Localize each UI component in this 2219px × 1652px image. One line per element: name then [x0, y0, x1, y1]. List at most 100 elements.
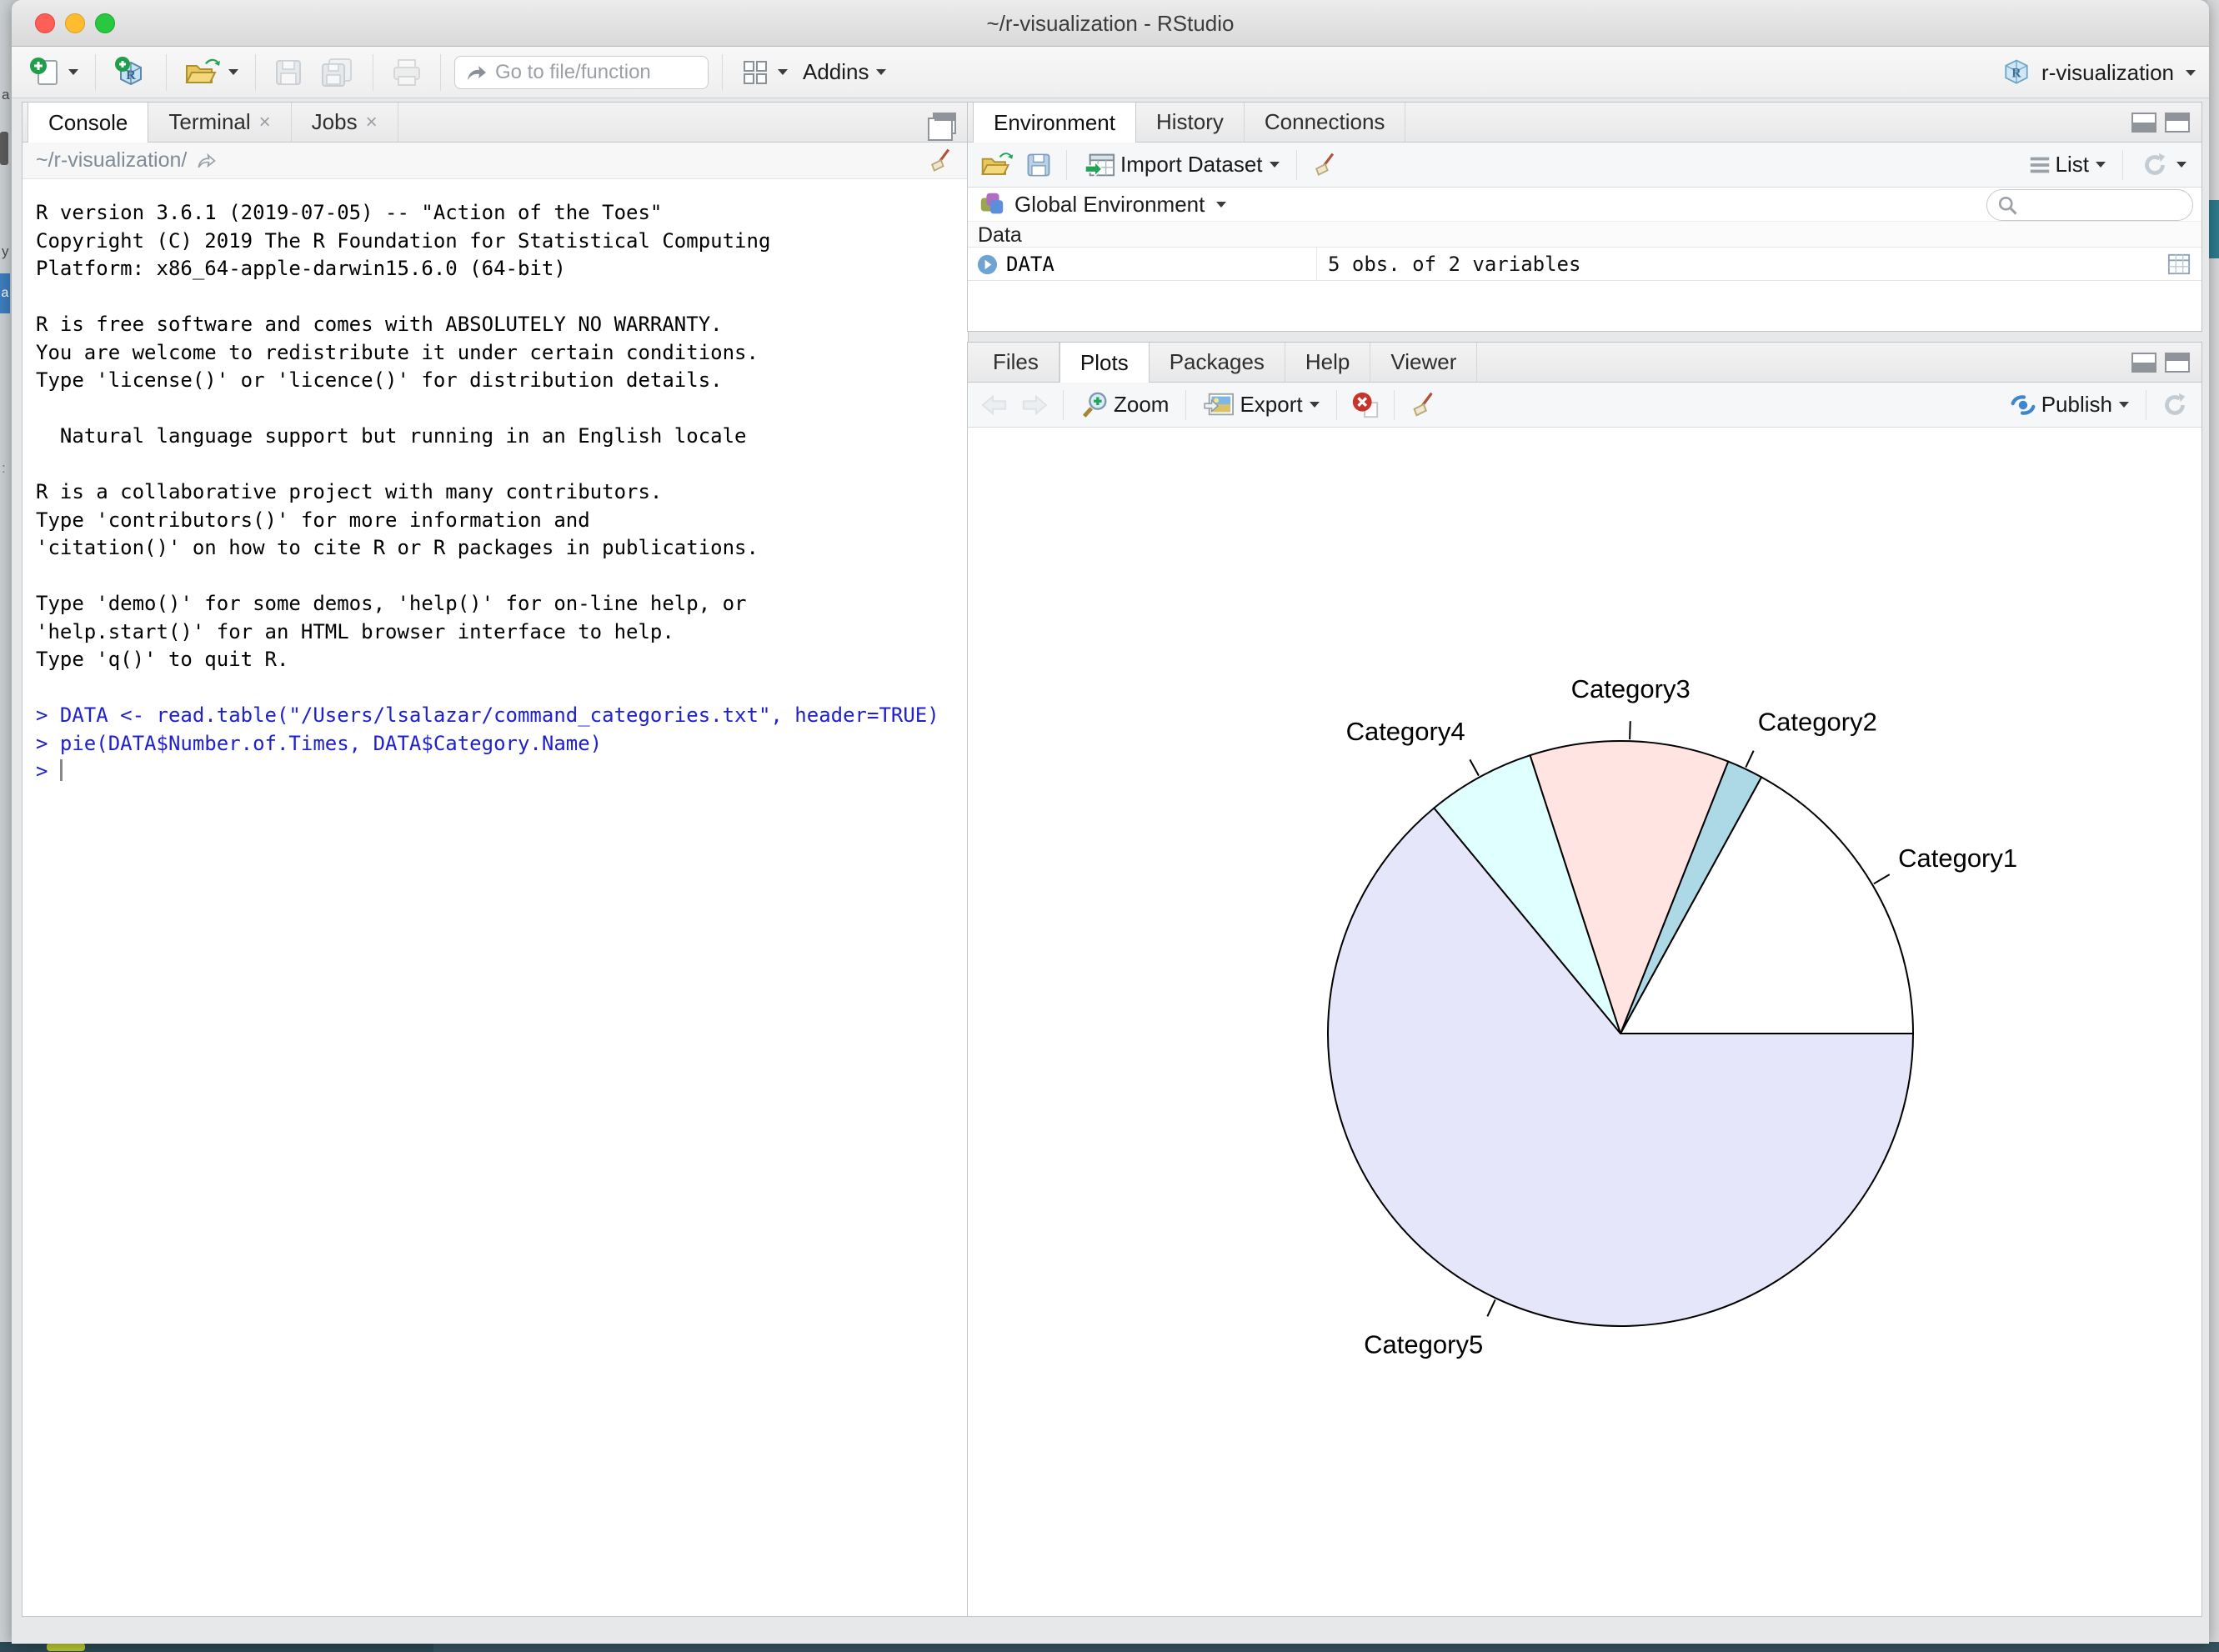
- open-file-button[interactable]: [180, 53, 242, 93]
- panes-grid-icon: [739, 57, 771, 88]
- expand-object-icon[interactable]: [976, 253, 999, 276]
- environment-search-box[interactable]: [1986, 189, 2193, 221]
- remove-plot-icon[interactable]: [1350, 390, 1380, 420]
- new-project-button[interactable]: R: [109, 51, 153, 94]
- clear-console-icon[interactable]: [926, 147, 954, 175]
- tab-close-icon[interactable]: ×: [259, 113, 271, 133]
- svg-text:R: R: [2011, 66, 2021, 80]
- zoom-label: Zoom: [1114, 392, 1169, 418]
- previous-plot-icon[interactable]: [979, 392, 1009, 418]
- publish-plot-button[interactable]: Publish: [2005, 387, 2132, 423]
- load-workspace-icon[interactable]: [979, 149, 1014, 181]
- environment-object-row[interactable]: DATA 5 obs. of 2 variables: [968, 248, 2201, 281]
- tab-files[interactable]: Files: [973, 343, 1059, 382]
- tab-viewer[interactable]: Viewer: [1370, 343, 1477, 382]
- refresh-caret-icon: [2176, 162, 2186, 168]
- addins-label: Addins: [803, 59, 869, 85]
- save-all-button[interactable]: [316, 53, 359, 93]
- console-input-line[interactable]: >: [36, 758, 968, 786]
- console-command-line: > pie(DATA$Number.of.Times, DATA$Categor…: [36, 730, 968, 758]
- data-section-header: Data: [968, 221, 2201, 248]
- console-tabbar: Console Terminal × Jobs ×: [23, 103, 968, 143]
- goto-file-input[interactable]: [495, 61, 687, 84]
- open-file-caret-icon: [228, 69, 238, 75]
- pie-label-tick: [1487, 1299, 1495, 1316]
- console-path-bar: ~/r-visualization/: [23, 143, 968, 179]
- project-menu-button[interactable]: R r-visualization: [2000, 48, 2196, 97]
- save-all-icon: [319, 56, 356, 89]
- open-folder-icon: [183, 56, 222, 89]
- console-command-line: > DATA <- read.table("/Users/lsalazar/co…: [36, 702, 968, 730]
- window-title: ~/r-visualization - RStudio: [12, 0, 2209, 47]
- tab-console[interactable]: Console: [28, 103, 148, 143]
- refresh-plot-icon[interactable]: [2160, 390, 2190, 420]
- print-icon: [390, 57, 423, 88]
- titlebar: ~/r-visualization - RStudio: [12, 0, 2209, 47]
- pie-chart: Category1Category2Category3Category4Cate…: [968, 428, 2201, 1616]
- zoom-magnifier-icon: [1080, 390, 1110, 420]
- publish-label: Publish: [2041, 392, 2112, 418]
- new-file-button[interactable]: [25, 53, 82, 93]
- zoom-plot-button[interactable]: Zoom: [1077, 387, 1172, 423]
- next-plot-icon[interactable]: [1019, 392, 1049, 418]
- tab-history[interactable]: History: [1136, 103, 1245, 142]
- pie-label-tick: [1874, 874, 1890, 884]
- tab-terminal[interactable]: Terminal ×: [148, 103, 291, 142]
- tab-environment[interactable]: Environment: [973, 103, 1136, 143]
- refresh-environment-button[interactable]: [2136, 147, 2190, 183]
- minimize-pane-icon[interactable]: [2131, 353, 2156, 373]
- tab-packages[interactable]: Packages: [1150, 343, 1285, 382]
- save-workspace-icon[interactable]: [1024, 151, 1053, 179]
- save-button[interactable]: [269, 53, 308, 92]
- tab-connections[interactable]: Connections: [1245, 103, 1406, 142]
- goto-file-search[interactable]: [454, 56, 709, 89]
- addins-button[interactable]: Addins: [799, 56, 889, 88]
- project-name-label: r-visualization: [2041, 60, 2174, 86]
- list-label: List: [2056, 152, 2089, 178]
- svg-text:R: R: [126, 68, 136, 83]
- environment-search-input[interactable]: [2019, 194, 2177, 216]
- search-icon: [1996, 193, 2019, 217]
- import-dataset-button[interactable]: Import Dataset: [1080, 147, 1283, 183]
- tab-plots[interactable]: Plots: [1059, 343, 1150, 383]
- main-toolbar: R: [12, 47, 2209, 98]
- global-environment-icon: [978, 190, 1006, 218]
- plots-pane: Files Plots Packages Help Viewer: [967, 342, 2202, 1617]
- maximize-pane-icon[interactable]: [2165, 353, 2190, 373]
- minimize-pane-icon[interactable]: [2131, 113, 2156, 133]
- view-table-icon[interactable]: [2166, 253, 2191, 276]
- list-view-button[interactable]: List: [2024, 148, 2109, 181]
- import-caret-icon: [1270, 162, 1280, 168]
- maximize-pane-icon[interactable]: [933, 113, 956, 134]
- project-caret-icon: [2186, 70, 2196, 76]
- object-name: DATA: [968, 253, 1316, 276]
- tab-close-icon[interactable]: ×: [366, 113, 378, 133]
- publish-icon: [2008, 390, 2038, 420]
- new-project-icon: R: [113, 54, 149, 91]
- pie-label-Category1: Category1: [1898, 844, 2017, 873]
- panes-caret-icon: [778, 69, 788, 75]
- save-icon: [273, 57, 304, 88]
- environment-scope-label[interactable]: Global Environment: [1014, 192, 1205, 218]
- scope-caret-icon: [1216, 202, 1226, 208]
- import-dataset-icon: [1084, 150, 1117, 180]
- goto-directory-icon[interactable]: [195, 150, 217, 172]
- new-file-caret-icon: [68, 69, 78, 75]
- project-cube-icon: R: [2000, 56, 2033, 89]
- console-output: R version 3.6.1 (2019-07-05) -- "Action …: [23, 179, 968, 786]
- maximize-pane-icon[interactable]: [2165, 113, 2190, 133]
- pie-label-tick: [1746, 751, 1753, 768]
- object-summary: 5 obs. of 2 variables: [1316, 253, 1580, 276]
- export-image-icon: [1203, 391, 1236, 419]
- publish-caret-icon: [2119, 402, 2129, 408]
- plot-area: Category1Category2Category3Category4Cate…: [968, 428, 2201, 1616]
- tab-jobs[interactable]: Jobs ×: [292, 103, 398, 142]
- list-icon: [2027, 153, 2052, 177]
- print-button[interactable]: [387, 53, 427, 92]
- environment-toolbar: Import Dataset List: [968, 143, 2201, 188]
- clear-environment-icon[interactable]: [1310, 151, 1339, 179]
- panes-layout-button[interactable]: [736, 53, 791, 92]
- clear-all-plots-icon[interactable]: [1408, 390, 1438, 420]
- export-plot-button[interactable]: Export: [1200, 388, 1322, 423]
- tab-help[interactable]: Help: [1285, 343, 1370, 382]
